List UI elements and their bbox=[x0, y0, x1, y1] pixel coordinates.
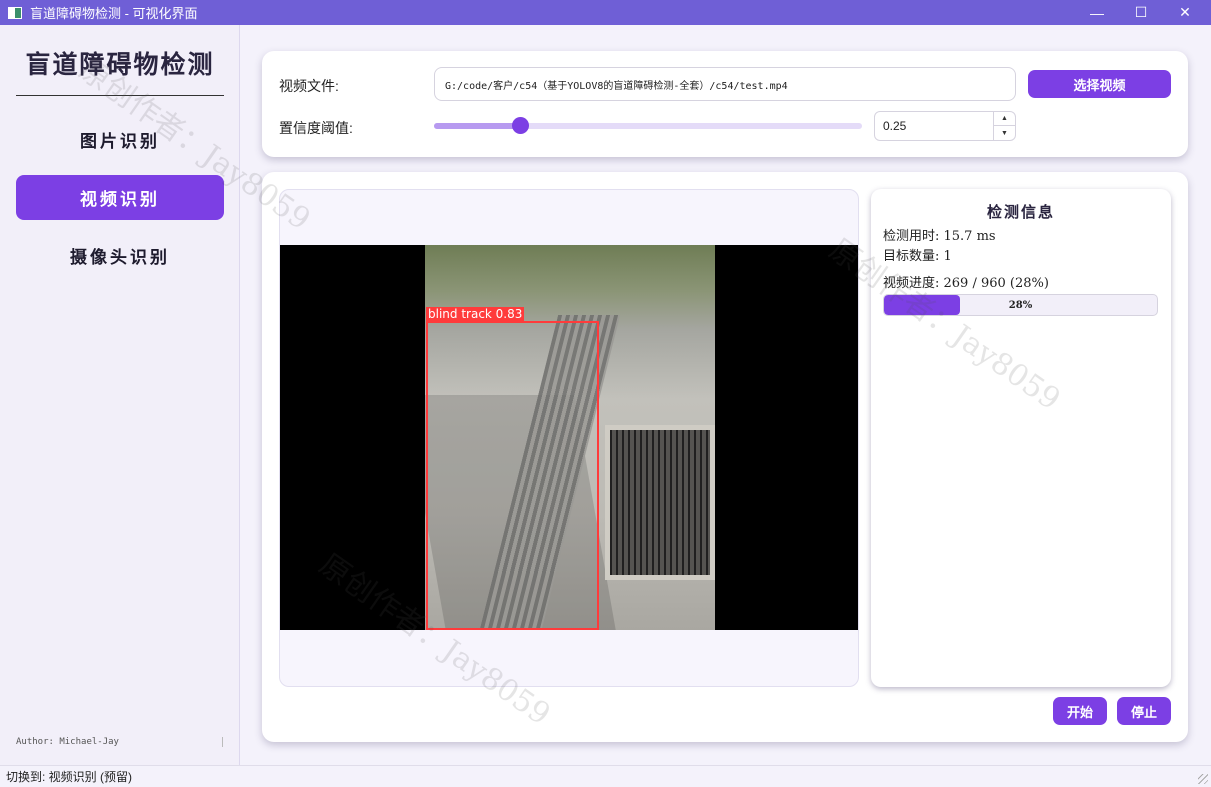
close-button[interactable]: ✕ bbox=[1162, 0, 1208, 25]
window-title: 盲道障碍物检测 - 可视化界面 bbox=[30, 6, 198, 21]
video-file-label: 视频文件: bbox=[279, 78, 339, 94]
threshold-value[interactable]: 0.25 bbox=[883, 119, 906, 133]
video-progress-text: 视频进度: 269 / 960 (28%) bbox=[883, 276, 1049, 291]
app-icon bbox=[8, 6, 22, 19]
threshold-slider-handle[interactable] bbox=[511, 117, 529, 134]
sidebar: 盲道障碍物检测 图片识别 视频识别 摄像头识别 Author: Michael-… bbox=[0, 25, 240, 765]
title-bar: 盲道障碍物检测 - 可视化界面 — ☐ ✕ bbox=[0, 0, 1211, 25]
video-progress-bar: 28% bbox=[883, 294, 1158, 316]
drain-grate bbox=[605, 425, 715, 580]
minimize-button[interactable]: — bbox=[1074, 0, 1120, 25]
spin-up-icon[interactable]: ▲ bbox=[994, 112, 1015, 126]
video-frame: blind track 0.83 bbox=[280, 245, 858, 630]
maximize-button[interactable]: ☐ bbox=[1118, 0, 1164, 25]
detection-info-panel: 检测信息 检测用时: 15.7 ms 目标数量: 1 视频进度: 269 / 9… bbox=[871, 189, 1171, 687]
status-text: 切换到: 视频识别 (预留) bbox=[6, 770, 132, 784]
threshold-slider-fill bbox=[434, 123, 520, 129]
start-button[interactable]: 开始 bbox=[1053, 697, 1107, 725]
title-divider bbox=[16, 95, 224, 96]
stop-button[interactable]: 停止 bbox=[1117, 697, 1171, 725]
video-path-field[interactable]: G:/code/客户/c54（基于YOLOV8的盲道障碍检测-全套）/c54/t… bbox=[434, 67, 1016, 101]
status-bar: 切换到: 视频识别 (预留) bbox=[0, 765, 1211, 787]
spin-down-icon[interactable]: ▼ bbox=[994, 126, 1015, 140]
nav-video-recognition[interactable]: 视频识别 bbox=[16, 175, 224, 220]
nav-image-recognition[interactable]: 图片识别 bbox=[16, 117, 224, 162]
video-panel: blind track 0.83 bbox=[279, 189, 859, 687]
resize-grip-icon[interactable] bbox=[1198, 774, 1208, 784]
author-divider bbox=[222, 737, 223, 747]
video-progress-label: 28% bbox=[1008, 299, 1033, 311]
threshold-spinbox[interactable]: 0.25 ▲ ▼ bbox=[874, 111, 1016, 141]
app-title: 盲道障碍物检测 bbox=[25, 50, 215, 79]
spin-buttons: ▲ ▼ bbox=[993, 112, 1015, 140]
detection-box bbox=[426, 321, 599, 630]
detection-time: 检测用时: 15.7 ms bbox=[883, 229, 996, 244]
threshold-label: 置信度阈值: bbox=[279, 120, 353, 136]
author-label: Author: Michael-Jay bbox=[16, 737, 119, 747]
detection-label: blind track 0.83 bbox=[426, 307, 525, 322]
info-title: 检测信息 bbox=[986, 203, 1055, 221]
threshold-slider[interactable] bbox=[434, 117, 862, 134]
select-video-button[interactable]: 选择视频 bbox=[1028, 70, 1171, 98]
target-count: 目标数量: 1 bbox=[883, 249, 952, 264]
nav-camera-recognition[interactable]: 摄像头识别 bbox=[16, 233, 224, 278]
